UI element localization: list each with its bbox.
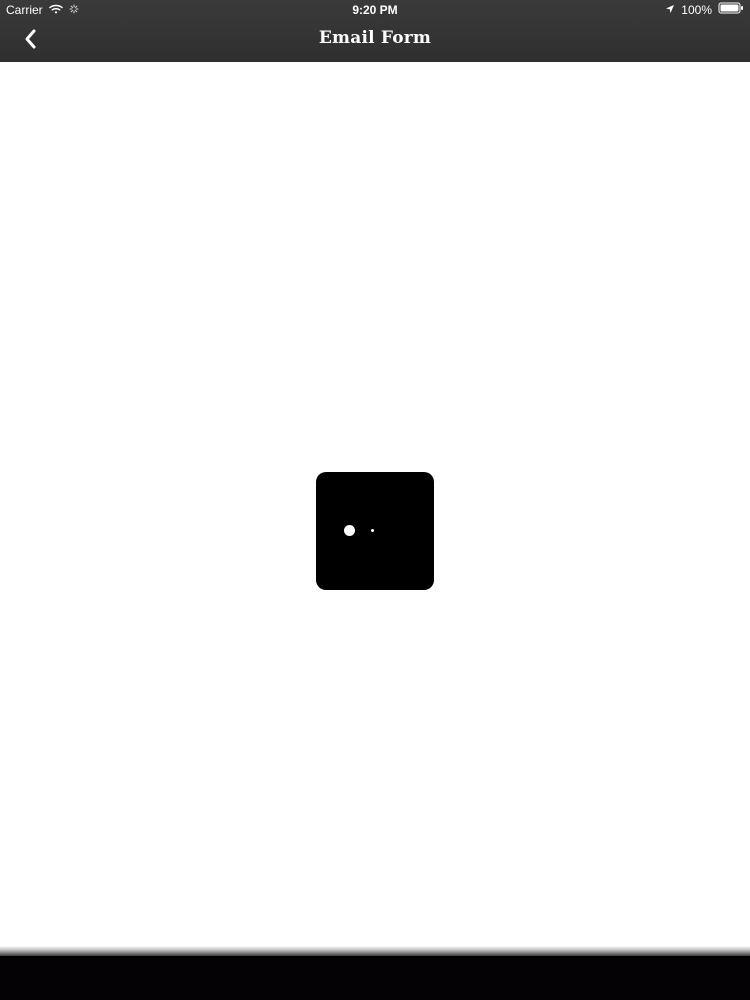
loading-dot-large-icon bbox=[344, 525, 355, 536]
battery-icon bbox=[718, 2, 744, 17]
status-time: 9:20 PM bbox=[352, 3, 398, 17]
location-arrow-icon bbox=[665, 3, 675, 17]
bottom-bar bbox=[0, 946, 750, 1000]
loading-dot-small-icon bbox=[371, 529, 374, 532]
status-bar: Carrier 9:20 PM 100% bbox=[0, 0, 750, 20]
battery-percent-label: 100% bbox=[681, 2, 712, 17]
bottom-bar-edge bbox=[0, 946, 750, 956]
page-title: Email Form bbox=[318, 28, 432, 48]
loading-indicator bbox=[316, 472, 434, 590]
top-chrome: Carrier 9:20 PM 100% Email Form bbox=[0, 0, 750, 62]
navigation-bar: Email Form bbox=[0, 20, 750, 62]
status-right-group: 100% bbox=[665, 2, 744, 17]
